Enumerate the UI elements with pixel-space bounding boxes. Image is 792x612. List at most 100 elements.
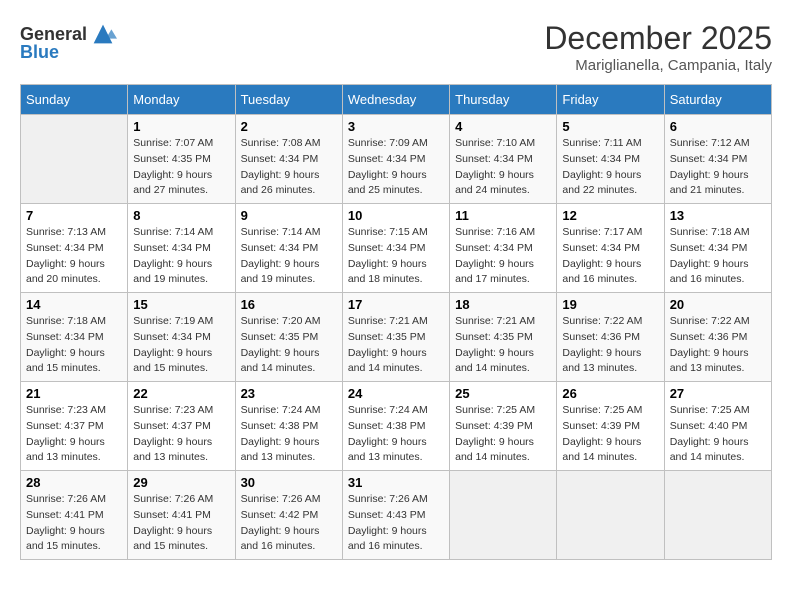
day-info: Sunrise: 7:26 AMSunset: 4:42 PMDaylight:… xyxy=(241,492,337,555)
day-info: Sunrise: 7:25 AMSunset: 4:39 PMDaylight:… xyxy=(455,403,551,466)
day-cell: 19 Sunrise: 7:22 AMSunset: 4:36 PMDayligh… xyxy=(557,293,664,382)
day-number: 15 xyxy=(133,297,229,312)
week-row-2: 7 Sunrise: 7:13 AMSunset: 4:34 PMDaylight… xyxy=(21,204,772,293)
day-number: 13 xyxy=(670,208,766,223)
col-header-sunday: Sunday xyxy=(21,85,128,115)
day-number: 3 xyxy=(348,119,444,134)
page-header: General Blue December 2025 Mariglianella… xyxy=(20,20,772,74)
day-info: Sunrise: 7:14 AMSunset: 4:34 PMDaylight:… xyxy=(133,225,229,288)
day-cell: 20Sunrise: 7:22 AMSunset: 4:36 PMDayligh… xyxy=(664,293,771,382)
col-header-tuesday: Tuesday xyxy=(235,85,342,115)
day-cell: 6 Sunrise: 7:12 AMSunset: 4:34 PMDaylight… xyxy=(664,115,771,204)
day-number: 12 xyxy=(562,208,658,223)
day-cell: 10 Sunrise: 7:15 AMSunset: 4:34 PMDayligh… xyxy=(342,204,449,293)
day-number: 23 xyxy=(241,386,337,401)
day-cell: 13 Sunrise: 7:18 AMSunset: 4:34 PMDayligh… xyxy=(664,204,771,293)
day-info: Sunrise: 7:12 AMSunset: 4:34 PMDaylight:… xyxy=(670,136,766,199)
day-cell: 25 Sunrise: 7:25 AMSunset: 4:39 PMDayligh… xyxy=(450,382,557,471)
day-cell: 28 Sunrise: 7:26 AMSunset: 4:41 PMDayligh… xyxy=(21,471,128,560)
day-cell: 27 Sunrise: 7:25 AMSunset: 4:40 PMDayligh… xyxy=(664,382,771,471)
day-info: Sunrise: 7:23 AMSunset: 4:37 PMDaylight:… xyxy=(133,403,229,466)
day-number: 28 xyxy=(26,475,122,490)
day-cell: 12 Sunrise: 7:17 AMSunset: 4:34 PMDayligh… xyxy=(557,204,664,293)
week-row-5: 28 Sunrise: 7:26 AMSunset: 4:41 PMDayligh… xyxy=(21,471,772,560)
day-info: Sunrise: 7:11 AMSunset: 4:34 PMDaylight:… xyxy=(562,136,658,199)
day-info: Sunrise: 7:10 AMSunset: 4:34 PMDaylight:… xyxy=(455,136,551,199)
day-number: 20 xyxy=(670,297,766,312)
day-info: Sunrise: 7:20 AMSunset: 4:35 PMDaylight:… xyxy=(241,314,337,377)
day-number: 1 xyxy=(133,119,229,134)
day-number: 10 xyxy=(348,208,444,223)
week-row-3: 14Sunrise: 7:18 AMSunset: 4:34 PMDayligh… xyxy=(21,293,772,382)
day-info: Sunrise: 7:14 AMSunset: 4:34 PMDaylight:… xyxy=(241,225,337,288)
day-cell: 9 Sunrise: 7:14 AMSunset: 4:34 PMDaylight… xyxy=(235,204,342,293)
day-info: Sunrise: 7:09 AMSunset: 4:34 PMDaylight:… xyxy=(348,136,444,199)
day-cell: 8 Sunrise: 7:14 AMSunset: 4:34 PMDaylight… xyxy=(128,204,235,293)
month-title: December 2025 xyxy=(544,20,772,57)
day-number: 6 xyxy=(670,119,766,134)
day-cell: 31 Sunrise: 7:26 AMSunset: 4:43 PMDayligh… xyxy=(342,471,449,560)
day-cell: 21 Sunrise: 7:23 AMSunset: 4:37 PMDayligh… xyxy=(21,382,128,471)
day-info: Sunrise: 7:23 AMSunset: 4:37 PMDaylight:… xyxy=(26,403,122,466)
day-number: 8 xyxy=(133,208,229,223)
day-info: Sunrise: 7:18 AMSunset: 4:34 PMDaylight:… xyxy=(670,225,766,288)
day-cell: 14Sunrise: 7:18 AMSunset: 4:34 PMDayligh… xyxy=(21,293,128,382)
day-info: Sunrise: 7:17 AMSunset: 4:34 PMDaylight:… xyxy=(562,225,658,288)
day-info: Sunrise: 7:16 AMSunset: 4:34 PMDaylight:… xyxy=(455,225,551,288)
day-cell: 4 Sunrise: 7:10 AMSunset: 4:34 PMDaylight… xyxy=(450,115,557,204)
col-header-friday: Friday xyxy=(557,85,664,115)
day-cell xyxy=(664,471,771,560)
day-info: Sunrise: 7:22 AMSunset: 4:36 PMDaylight:… xyxy=(562,314,658,377)
day-info: Sunrise: 7:26 AMSunset: 4:43 PMDaylight:… xyxy=(348,492,444,555)
calendar-header-row: SundayMondayTuesdayWednesdayThursdayFrid… xyxy=(21,85,772,115)
day-number: 30 xyxy=(241,475,337,490)
col-header-monday: Monday xyxy=(128,85,235,115)
day-number: 22 xyxy=(133,386,229,401)
day-cell xyxy=(557,471,664,560)
day-number: 29 xyxy=(133,475,229,490)
week-row-1: 1 Sunrise: 7:07 AMSunset: 4:35 PMDaylight… xyxy=(21,115,772,204)
day-info: Sunrise: 7:26 AMSunset: 4:41 PMDaylight:… xyxy=(133,492,229,555)
col-header-thursday: Thursday xyxy=(450,85,557,115)
day-number: 18 xyxy=(455,297,551,312)
day-number: 31 xyxy=(348,475,444,490)
calendar-table: SundayMondayTuesdayWednesdayThursdayFrid… xyxy=(20,84,772,560)
day-cell: 17Sunrise: 7:21 AMSunset: 4:35 PMDayligh… xyxy=(342,293,449,382)
day-number: 4 xyxy=(455,119,551,134)
day-info: Sunrise: 7:24 AMSunset: 4:38 PMDaylight:… xyxy=(348,403,444,466)
day-cell: 11Sunrise: 7:16 AMSunset: 4:34 PMDayligh… xyxy=(450,204,557,293)
day-info: Sunrise: 7:21 AMSunset: 4:35 PMDaylight:… xyxy=(348,314,444,377)
day-cell: 22 Sunrise: 7:23 AMSunset: 4:37 PMDayligh… xyxy=(128,382,235,471)
day-number: 26 xyxy=(562,386,658,401)
day-number: 14 xyxy=(26,297,122,312)
day-number: 7 xyxy=(26,208,122,223)
day-cell: 7 Sunrise: 7:13 AMSunset: 4:34 PMDaylight… xyxy=(21,204,128,293)
day-cell xyxy=(450,471,557,560)
title-block: December 2025 Mariglianella, Campania, I… xyxy=(544,20,772,74)
day-info: Sunrise: 7:13 AMSunset: 4:34 PMDaylight:… xyxy=(26,225,122,288)
day-number: 25 xyxy=(455,386,551,401)
day-number: 19 xyxy=(562,297,658,312)
day-cell: 3 Sunrise: 7:09 AMSunset: 4:34 PMDaylight… xyxy=(342,115,449,204)
day-number: 21 xyxy=(26,386,122,401)
col-header-saturday: Saturday xyxy=(664,85,771,115)
day-cell: 23 Sunrise: 7:24 AMSunset: 4:38 PMDayligh… xyxy=(235,382,342,471)
week-row-4: 21 Sunrise: 7:23 AMSunset: 4:37 PMDayligh… xyxy=(21,382,772,471)
logo: General Blue xyxy=(20,20,117,63)
day-info: Sunrise: 7:25 AMSunset: 4:40 PMDaylight:… xyxy=(670,403,766,466)
day-info: Sunrise: 7:07 AMSunset: 4:35 PMDaylight:… xyxy=(133,136,229,199)
day-number: 16 xyxy=(241,297,337,312)
day-number: 27 xyxy=(670,386,766,401)
day-info: Sunrise: 7:26 AMSunset: 4:41 PMDaylight:… xyxy=(26,492,122,555)
day-cell: 30 Sunrise: 7:26 AMSunset: 4:42 PMDayligh… xyxy=(235,471,342,560)
logo-blue: Blue xyxy=(20,42,59,63)
day-cell: 2Sunrise: 7:08 AMSunset: 4:34 PMDaylight… xyxy=(235,115,342,204)
day-number: 9 xyxy=(241,208,337,223)
location-title: Mariglianella, Campania, Italy xyxy=(544,57,772,74)
day-cell: 24Sunrise: 7:24 AMSunset: 4:38 PMDayligh… xyxy=(342,382,449,471)
day-info: Sunrise: 7:15 AMSunset: 4:34 PMDaylight:… xyxy=(348,225,444,288)
day-number: 5 xyxy=(562,119,658,134)
col-header-wednesday: Wednesday xyxy=(342,85,449,115)
day-cell: 16 Sunrise: 7:20 AMSunset: 4:35 PMDayligh… xyxy=(235,293,342,382)
day-info: Sunrise: 7:24 AMSunset: 4:38 PMDaylight:… xyxy=(241,403,337,466)
